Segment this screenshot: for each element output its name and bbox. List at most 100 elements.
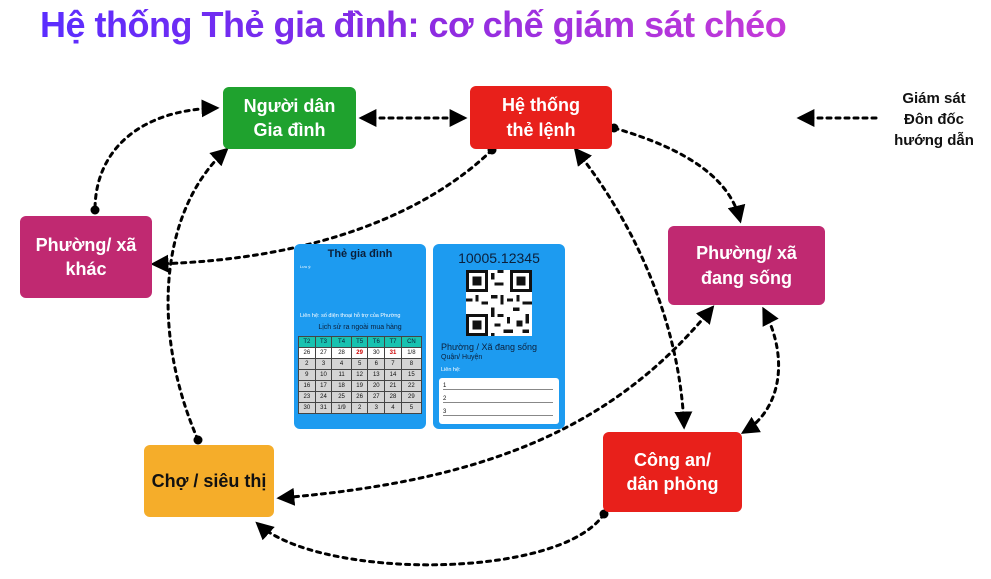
calendar-cell: 3 [367,402,386,414]
calendar-cell: 4 [331,358,352,370]
arrow-congan-cho [255,512,606,567]
calendar-header: T7 [384,336,402,348]
calendar-row: 9 10 11 12 13 14 15 [298,369,423,381]
arrow-nguoidan-phuongkhac [93,99,220,212]
calendar-cell: 31 [384,347,402,359]
calendar-cell: 30 [367,347,386,359]
calendar-cell: 29 [350,347,369,359]
calendar-cell: 23 [298,391,316,403]
arrow-dot [193,435,203,445]
contact-line: 2 [443,396,553,403]
calendar-cell: 16 [298,380,316,392]
calendar-cell: 18 [331,380,352,392]
calendar-cell: 28 [384,391,402,403]
qr-code-icon [466,270,532,336]
calendar-cell: 11 [331,369,352,381]
calendar-cell: 3 [314,358,333,370]
node-cho-line1: Chợ / siêu thị [151,470,267,491]
legend-line1: Giám sát [902,90,966,107]
calendar-cell: 6 [367,358,386,370]
calendar-cell: 26 [298,347,316,359]
calendar-cell: 15 [400,369,423,381]
calendar-header-row: T2 T3 T4 T5 T6 T7 CN [298,336,423,348]
legend-line3: hướng dẫn [894,132,974,149]
calendar-cell: 27 [314,347,333,359]
node-nguoi-dan-line2: Gia đình [253,120,326,140]
calendar-cell: 13 [367,369,386,381]
legend-line2: Đôn đốc [904,111,964,128]
calendar-cell: 30 [298,402,316,414]
calendar-cell: 7 [384,358,402,370]
card-front-lien-he: Liên hệ: số điện thoại hỗ trợ của Phường [300,313,401,319]
node-he-thong-line1: Hệ thống [502,95,580,116]
calendar-row: 23 24 25 26 27 28 29 [298,391,423,403]
calendar-row: 30 31 1/9 2 3 4 5 [298,402,423,414]
calendar-cell: 31 [314,402,333,414]
card-back-lien-he: Liên hệ: [441,367,461,373]
card-calendar: T2 T3 T4 T5 T6 T7 CN 26 27 28 29 30 31 1… [298,336,423,414]
node-phuong-khac-line1: Phường/ xã [35,234,137,255]
arrow-hethong-phuongdangsong [612,126,746,224]
arrow-dot [90,205,100,215]
calendar-cell: 25 [331,391,352,403]
node-phuong-dang-song: Phường/ xã đang sống [668,226,825,305]
arrow-cho-nguoidan [166,147,229,442]
calendar-row: 26 27 28 29 30 31 1/8 [298,347,423,359]
contact-line: 3 [443,409,553,416]
calendar-cell: 28 [331,347,352,359]
arrow-phuongdangsong-congan [740,306,781,434]
node-he-thong: Hệ thống thẻ lệnh [470,86,612,149]
calendar-cell: 20 [367,380,386,392]
calendar-cell: 2 [350,402,369,414]
card-location: Phường / Xã đang sống [441,342,537,352]
calendar-header: T2 [298,336,316,348]
calendar-cell: 17 [314,380,333,392]
calendar-header: T6 [367,336,386,348]
calendar-cell: 9 [298,369,316,381]
calendar-cell: 12 [350,369,369,381]
node-cong-an-line2: dân phòng [626,474,719,494]
node-cho-sieu-thi: Chợ / siêu thị [144,445,274,517]
calendar-cell: 2 [298,358,316,370]
legend: Giám sát Đôn đốc hướng dẫn [884,88,984,151]
calendar-cell: 5 [400,402,423,414]
family-card-back: 10005.12345 Phường / Xã đang sống Quận/ … [433,244,565,429]
card-front-notes-heading: Lưu ý: [300,264,312,269]
calendar-cell: 1/9 [331,402,352,414]
card-front-notes: Lưu ý: [300,264,420,269]
node-nguoi-dan-line1: Người dân [243,95,336,116]
calendar-cell: 22 [400,380,423,392]
calendar-header: T4 [331,336,352,348]
node-phuong-khac-line2: khác [65,259,107,279]
calendar-cell: 26 [350,391,369,403]
node-cong-an-line1: Công an/ [633,449,711,470]
calendar-cell: 14 [384,369,402,381]
calendar-cell: 21 [384,380,402,392]
calendar-header: T3 [314,336,333,348]
contact-line: 1 [443,383,553,390]
calendar-header: T5 [350,336,369,348]
family-card-front: Thẻ gia đình Lưu ý: Liên hệ: số điện tho… [294,244,426,429]
calendar-cell: 27 [367,391,386,403]
node-phuong-khac: Phường/ xã khác [20,216,152,298]
node-cong-an: Công an/ dân phòng [603,432,742,512]
card-front-history-title: Lịch sử ra ngoài mua hàng [318,324,402,331]
calendar-header: CN [400,336,423,348]
calendar-cell: 4 [384,402,402,414]
calendar-cell: 10 [314,369,333,381]
calendar-row: 16 17 18 19 20 21 22 [298,380,423,392]
card-district: Quận/ Huyện [441,354,483,361]
node-phuong-dang-song-line1: Phường/ xã [696,243,797,264]
calendar-cell: 24 [314,391,333,403]
calendar-cell: 29 [400,391,423,403]
node-he-thong-line2: thẻ lệnh [506,119,576,140]
node-nguoi-dan: Người dân Gia đình [223,87,356,149]
card-back-contact-box: 1 2 3 [439,378,559,424]
calendar-cell: 5 [350,358,369,370]
calendar-cell: 1/8 [400,347,423,359]
card-code: 10005.12345 [458,250,540,266]
node-phuong-dang-song-line2: đang sống [700,267,792,288]
card-front-title: Thẻ gia đình [327,248,393,260]
calendar-cell: 19 [350,380,369,392]
calendar-row: 2 3 4 5 6 7 8 [298,358,423,370]
